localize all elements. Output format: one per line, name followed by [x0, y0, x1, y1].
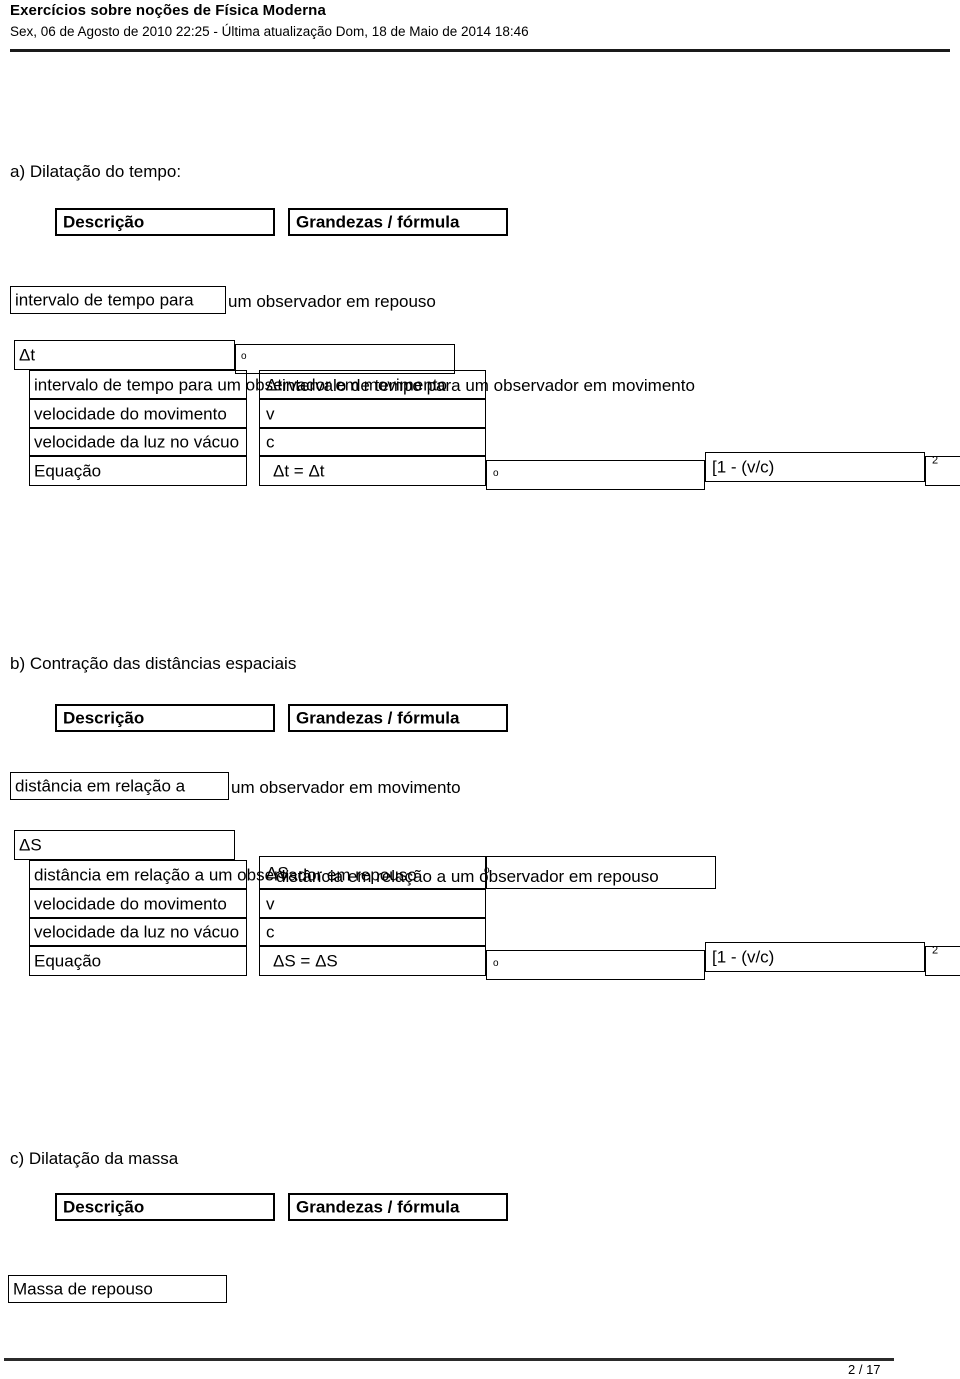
section-a-value-velocidade-mov-symbol: v [266, 404, 275, 423]
section-a-row-movimento-overflow: intervalo de tempo para um observador em… [282, 376, 695, 395]
section-b-symbol-label: ΔS [19, 835, 42, 855]
section-c-row-massa-label: Massa de repouso [13, 1279, 153, 1299]
section-b-row-repouso-label: distância em relação a [15, 776, 186, 796]
footer-divider [4, 1358, 894, 1361]
section-a-row-repouso-overflow: um observador em repouso [228, 292, 436, 311]
section-a-header-grandezas: Grandezas / fórmula [288, 208, 508, 236]
section-c-header-grandezas: Grandezas / fórmula [288, 1193, 508, 1221]
section-b-row-repouso-box: distância em relação a [10, 772, 229, 800]
section-b-value-velocidade-mov-symbol: v [266, 894, 275, 913]
section-b-row-equacao-label: Equação [34, 951, 102, 971]
section-a-row-equacao-box: Equação [29, 456, 247, 486]
section-c-header-descricao: Descrição [55, 1193, 275, 1221]
page-number: 2 / 17 [848, 1362, 881, 1377]
section-b-header-grandezas: Grandezas / fórmula [288, 704, 508, 732]
section-a-equation-exponent: 2 [932, 454, 939, 467]
section-b-header-grandezas-label: Grandezas / fórmula [296, 708, 460, 728]
section-b-header-descricao-label: Descrição [63, 708, 145, 728]
section-a-equation-lhs-box: Δt = Δt [259, 456, 486, 486]
section-a-symbol-subscript: o [241, 351, 247, 362]
document-subtitle: Sex, 06 de Agosto de 2010 22:25 - Última… [10, 24, 529, 39]
section-c-header-descricao-label: Descrição [63, 1197, 145, 1217]
document-title: Exercícios sobre noções de Física Modern… [10, 2, 326, 19]
section-c-header-grandezas-label: Grandezas / fórmula [296, 1197, 460, 1217]
section-b-value-velocidade-luz-symbol: c [266, 922, 275, 942]
section-b-equation-subscript-box: o [486, 950, 705, 980]
section-b-equation-lhs-box: ΔS = ΔS [259, 946, 486, 976]
section-b-header-descricao: Descrição [55, 704, 275, 732]
section-b-symbol-box: ΔS [14, 830, 235, 860]
section-a-equation-exponent-box: 2 [925, 454, 960, 486]
section-a-row-velocidade-luz-label: velocidade da luz no vácuo [34, 432, 240, 452]
section-a-header-descricao: Descrição [55, 208, 275, 236]
section-b-row-velocidade-mov-box: velocidade do movimento [29, 889, 247, 918]
section-a-row-velocidade-luz-box: velocidade da luz no vácuo [29, 428, 247, 456]
section-a-header-descricao-label: Descrição [63, 212, 145, 232]
section-b-equation-bracket: [1 - (v/c) [712, 947, 775, 967]
section-c-row-massa-box: Massa de repouso [8, 1275, 227, 1303]
section-a-value-velocidade-mov-box: v [259, 399, 486, 428]
section-b-equation-exponent-box: 2 [925, 944, 960, 976]
section-a-value-velocidade-luz-symbol: c [266, 432, 275, 452]
section-a-value-velocidade-luz-box: c [259, 428, 486, 456]
section-a-heading: a) Dilatação do tempo: [10, 162, 182, 181]
section-b-row-repouso-overflow: um observador em movimento [231, 778, 461, 797]
section-c-heading: c) Dilatação da massa [10, 1149, 179, 1168]
section-b-equation-subscript: o [493, 958, 499, 969]
section-a-row-equacao-label: Equação [34, 461, 102, 481]
section-a-equation-bracket-box: [1 - (v/c) [705, 452, 925, 482]
header-divider [10, 49, 950, 52]
document-page: Exercícios sobre noções de Física Modern… [0, 0, 960, 1379]
section-b-heading: b) Contração das distâncias espaciais [10, 654, 297, 673]
section-a-equation-lhs: Δt = Δt [273, 461, 325, 481]
section-b-row-velocidade-mov-label: velocidade do movimento [34, 894, 227, 913]
section-a-equation-bracket: [1 - (v/c) [712, 457, 775, 477]
section-a-row-repouso-box: intervalo de tempo para [10, 286, 226, 314]
section-b-row-movimento-box: distância em relação a um observador em … [29, 860, 417, 889]
section-b-equation-bracket-box: [1 - (v/c) [705, 942, 925, 972]
section-a-row-repouso-label: intervalo de tempo para [15, 290, 194, 310]
section-a-equation-subscript: o [493, 468, 499, 479]
section-a-equation-subscript-box: o [486, 460, 705, 490]
section-a-row-movimento-box: intervalo de tempo para um observador em… [29, 370, 447, 399]
section-b-value-velocidade-mov-box: v [259, 889, 486, 918]
section-a-row-velocidade-mov-label: velocidade do movimento [34, 404, 227, 423]
section-a-symbol-label: Δt [19, 345, 36, 365]
section-b-value-velocidade-luz-box: c [259, 918, 486, 946]
section-a-symbol-box: Δt [14, 340, 235, 370]
section-b-row-velocidade-luz-label: velocidade da luz no vácuo [34, 922, 240, 942]
section-b-row-velocidade-luz-box: velocidade da luz no vácuo [29, 918, 247, 946]
section-b-equation-lhs: ΔS = ΔS [273, 951, 338, 971]
section-b-row-equacao-box: Equação [29, 946, 247, 976]
section-b-row-movimento-tail-box: o [484, 856, 716, 889]
section-a-header-grandezas-label: Grandezas / fórmula [296, 212, 460, 232]
section-b-equation-exponent: 2 [932, 944, 939, 957]
section-a-value-movimento-symbol: Δt [266, 375, 283, 394]
section-a-row-velocidade-mov-box: velocidade do movimento [29, 399, 247, 428]
section-b-row-movimento-tail-subscript: o [484, 865, 490, 876]
